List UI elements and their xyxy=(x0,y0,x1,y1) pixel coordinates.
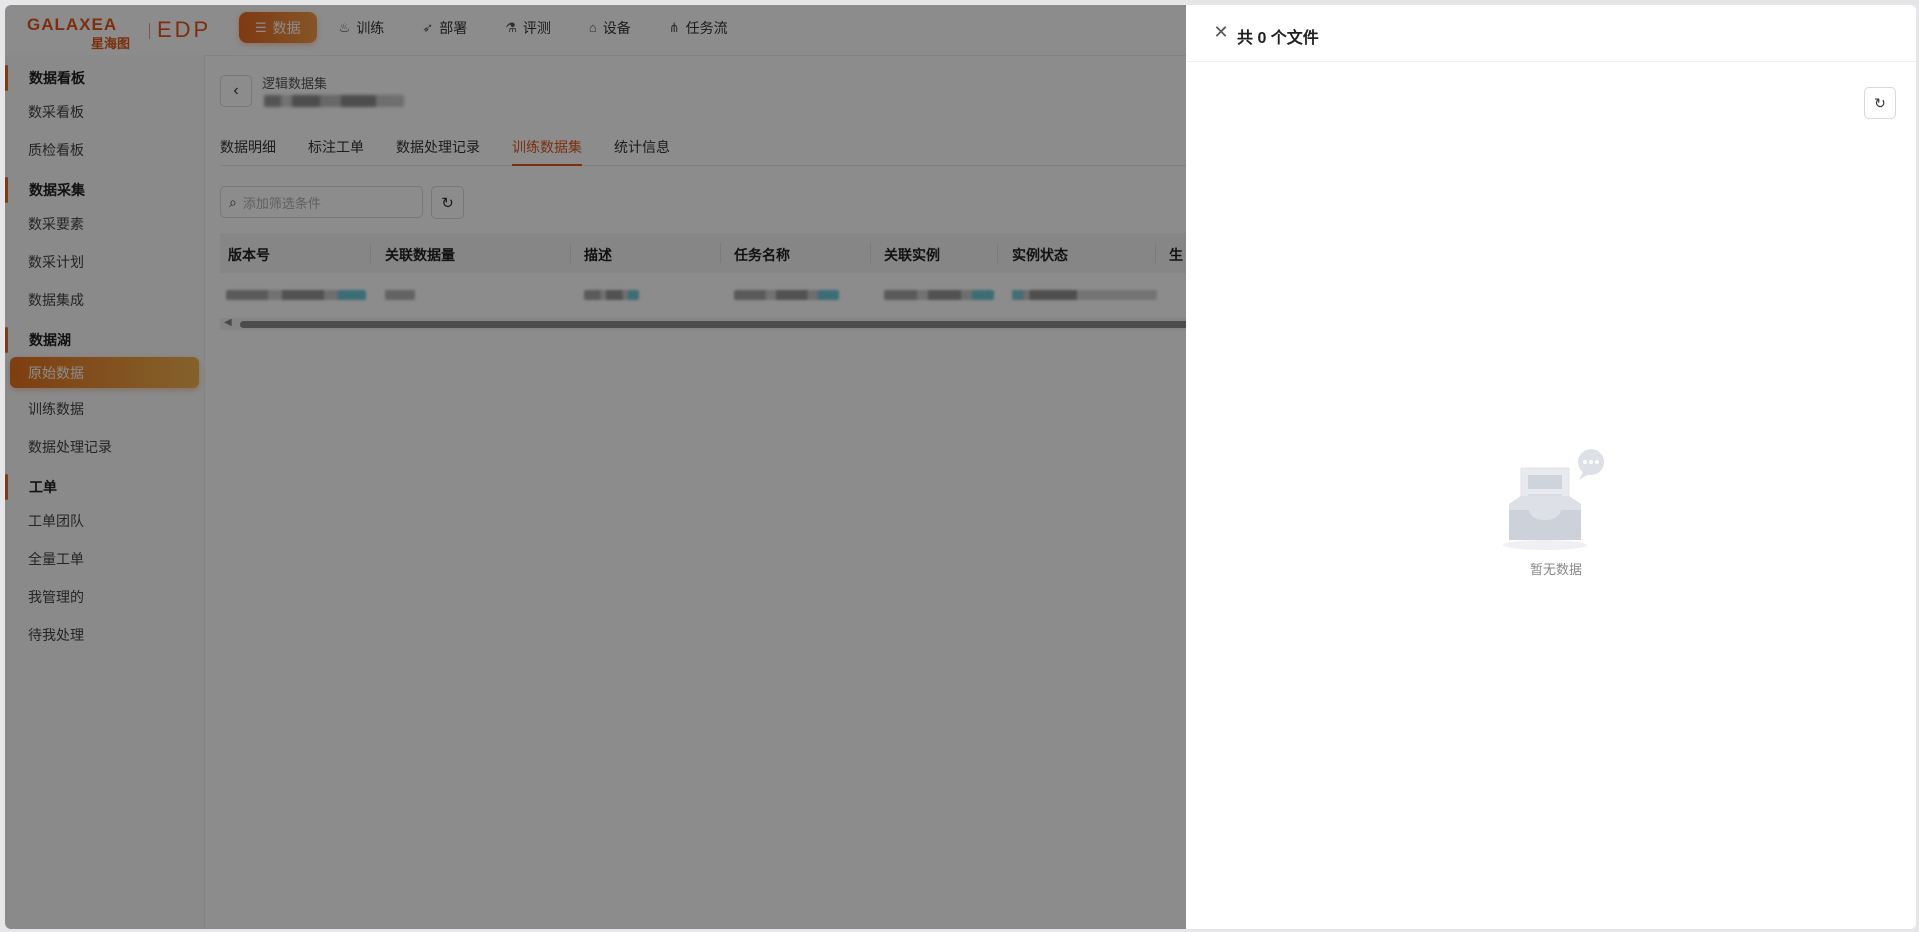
drawer-title: 共 0 个文件 xyxy=(1237,30,1319,47)
refresh-icon: ↻ xyxy=(1874,94,1886,111)
drawer-header: ✕ 共 0 个文件 xyxy=(1186,5,1916,62)
close-icon[interactable]: ✕ xyxy=(1212,23,1230,41)
drawer-overlay-mask[interactable] xyxy=(5,5,1186,929)
file-drawer: ✕ 共 0 个文件 ↻ 暂无数据 xyxy=(1186,5,1916,929)
drawer-refresh-button[interactable]: ↻ xyxy=(1864,87,1896,119)
empty-inbox-icon xyxy=(1503,449,1604,550)
empty-state: 暂无数据 xyxy=(1501,448,1611,578)
empty-state-text: 暂无数据 xyxy=(1529,562,1582,577)
app-window: GALAXEA 星海图 EDP ☰ 数据 ♨ 训练 ➶ 部署 ⚗ 评测 ⌂ 设备… xyxy=(5,5,1916,929)
